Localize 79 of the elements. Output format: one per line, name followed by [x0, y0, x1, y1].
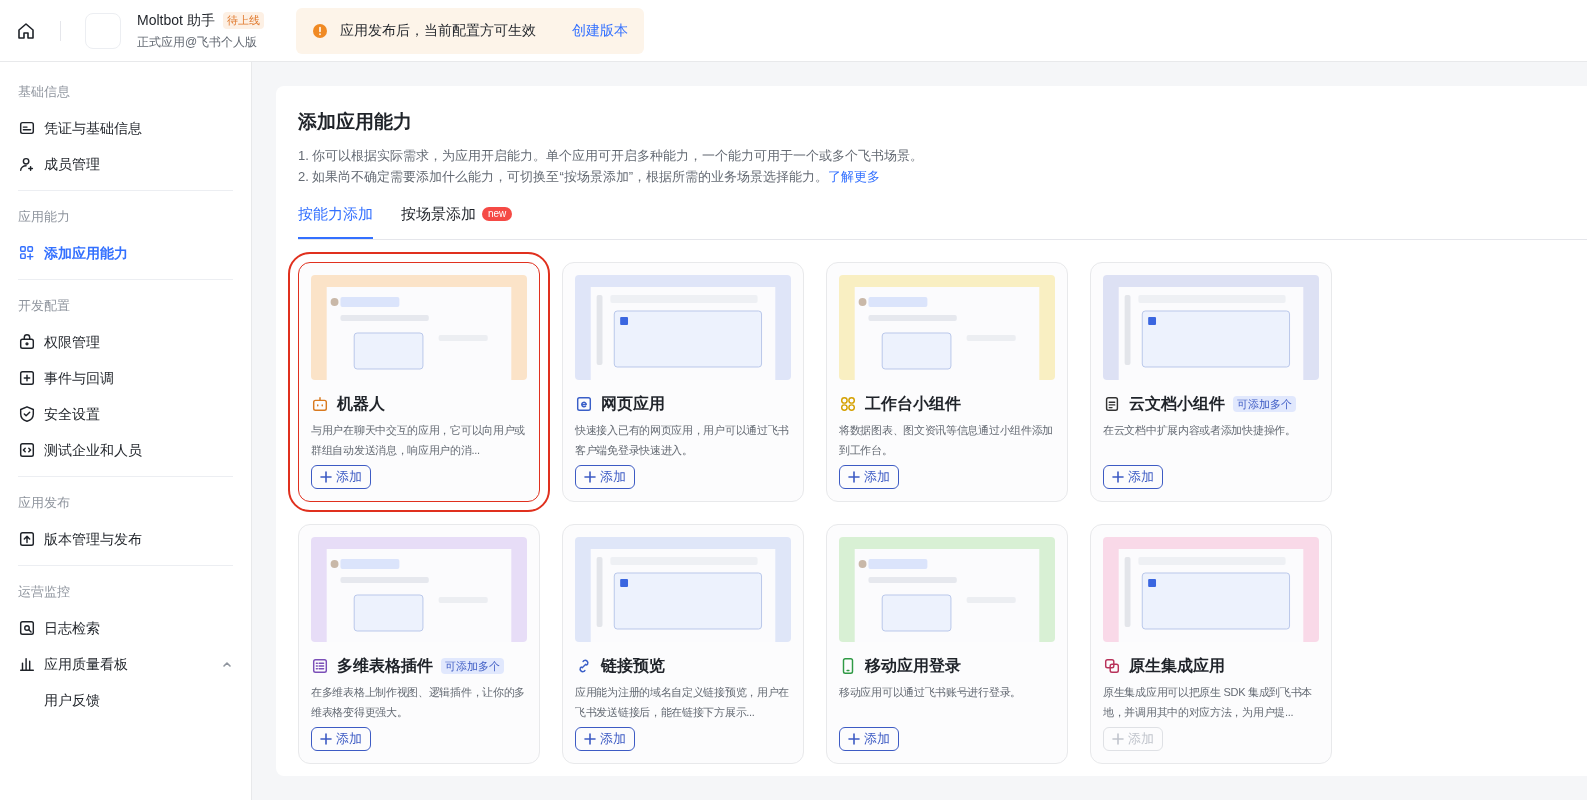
sidebar-item[interactable]: 成员管理: [18, 146, 233, 182]
plus-icon: [1112, 733, 1124, 745]
search-icon: [18, 619, 36, 637]
document-icon: [1103, 395, 1121, 413]
card-title: 多维表格插件: [337, 656, 433, 676]
instruction-text: 1. 你可以根据实际需求，为应用开启能力。单个应用可开启多种能力，一个能力可用于一个或多个飞书场景。: [298, 146, 925, 165]
lock-icon: [18, 333, 36, 351]
plus-square-icon: [18, 369, 36, 387]
id-card-icon: [18, 119, 36, 137]
home-icon[interactable]: [16, 20, 36, 41]
bar-chart-icon: [18, 655, 36, 673]
plus-icon: [320, 471, 332, 483]
app-name: Moltbot 助手: [137, 11, 215, 30]
warning-icon: [311, 22, 328, 39]
section-heading: 应用发布: [18, 494, 71, 513]
sidebar-item[interactable]: 权限管理: [18, 324, 233, 360]
sidebar-item[interactable]: 安全设置: [18, 396, 233, 432]
app-subtitle: 正式应用@飞书个人版: [137, 34, 259, 51]
card-description: 原生集成应用可以把原生 SDK 集成到飞书本地，并调用其中的对应方法，为用户提...: [1103, 685, 1314, 720]
card-title: 工作台小组件: [865, 394, 961, 414]
card-title: 网页应用: [601, 394, 665, 414]
sidebar-item[interactable]: 测试企业和人员: [18, 432, 233, 468]
card-title: 云文档小组件: [1129, 394, 1225, 414]
sidebar-item[interactable]: 日志检索: [18, 610, 233, 646]
plus-icon: [848, 733, 860, 745]
card-description: 与用户在聊天中交互的应用，它可以向用户或群组自动发送消息，响应用户的消...: [311, 423, 526, 458]
sidebar-item[interactable]: 应用质量看板: [18, 646, 233, 682]
card-title: 原生集成应用: [1129, 656, 1225, 676]
code-icon: [18, 441, 36, 459]
plus-icon: [584, 471, 596, 483]
table-icon: [311, 657, 329, 675]
add-button[interactable]: 添加: [575, 727, 635, 751]
robot-icon: [311, 395, 329, 413]
instruction-text: 2. 如果尚不确定需要添加什么能力，可切换至“按场景添加”，根据所需的业务场景选择能力。: [298, 167, 829, 186]
multi-add-tag: 可添加多个: [1233, 395, 1296, 413]
upload-icon: [18, 530, 36, 548]
card-description: 将数据图表、图文资讯等信息通过小组件添加到工作台。: [839, 423, 1054, 458]
sidebar-item[interactable]: 添加应用能力: [18, 235, 233, 271]
card-title: 链接预览: [601, 656, 665, 676]
card-description: 移动应用可以通过飞书账号进行登录。: [839, 685, 1022, 700]
card-title: 移动应用登录: [865, 656, 961, 676]
add-button[interactable]: 添加: [1103, 465, 1163, 489]
card-title: 机器人: [337, 394, 385, 414]
notice-text: 应用发布后，当前配置方可生效: [339, 21, 536, 40]
add-button[interactable]: 添加: [839, 727, 899, 751]
shield-icon: [18, 405, 36, 423]
sidebar-item[interactable]: 版本管理与发布: [18, 521, 233, 557]
plus-icon: [848, 471, 860, 483]
tab[interactable]: 按能力添加: [298, 202, 373, 239]
plus-icon: [1112, 471, 1124, 483]
section-heading: 基础信息: [18, 83, 71, 102]
page-title: 添加应用能力: [298, 110, 413, 134]
widget-icon: [839, 395, 857, 413]
sidebar-item[interactable]: 凭证与基础信息: [18, 110, 233, 146]
plus-icon: [320, 733, 332, 745]
card-description: 快速接入已有的网页应用，用户可以通过飞书客户端免登录快速进入。: [575, 423, 790, 458]
section-heading: 开发配置: [18, 297, 71, 316]
status-badge: 待上线: [222, 12, 264, 29]
add-button[interactable]: 添加: [311, 465, 371, 489]
section-heading: 应用能力: [18, 208, 71, 227]
learn-more-link[interactable]: 了解更多: [828, 165, 881, 187]
user-plus-icon: [18, 155, 36, 173]
add-button[interactable]: 添加: [311, 727, 371, 751]
create-version-link[interactable]: 创建版本: [571, 20, 628, 41]
plus-icon: [584, 733, 596, 745]
sidebar-subitem[interactable]: 用户反馈: [18, 682, 233, 718]
integration-icon: [1103, 657, 1121, 675]
card-description: 应用能为注册的域名自定义链接预览，用户在飞书发送链接后，能在链接下方展示...: [575, 685, 790, 720]
section-heading: 运营监控: [18, 583, 71, 602]
multi-add-tag: 可添加多个: [441, 657, 504, 675]
sidebar-item[interactable]: 事件与回调: [18, 360, 233, 396]
grid-plus-icon: [18, 244, 36, 262]
card-description: 在云文档中扩展内容或者添加快捷操作。: [1103, 423, 1297, 438]
tab[interactable]: 按场景添加 new: [401, 202, 513, 239]
card-description: 在多维表格上制作视图、逻辑插件，让你的多维表格变得更强大。: [311, 685, 526, 720]
new-badge: new: [482, 206, 513, 221]
add-button[interactable]: 添加: [575, 465, 635, 489]
web-page-icon: [575, 395, 593, 413]
add-button[interactable]: 添加: [839, 465, 899, 489]
